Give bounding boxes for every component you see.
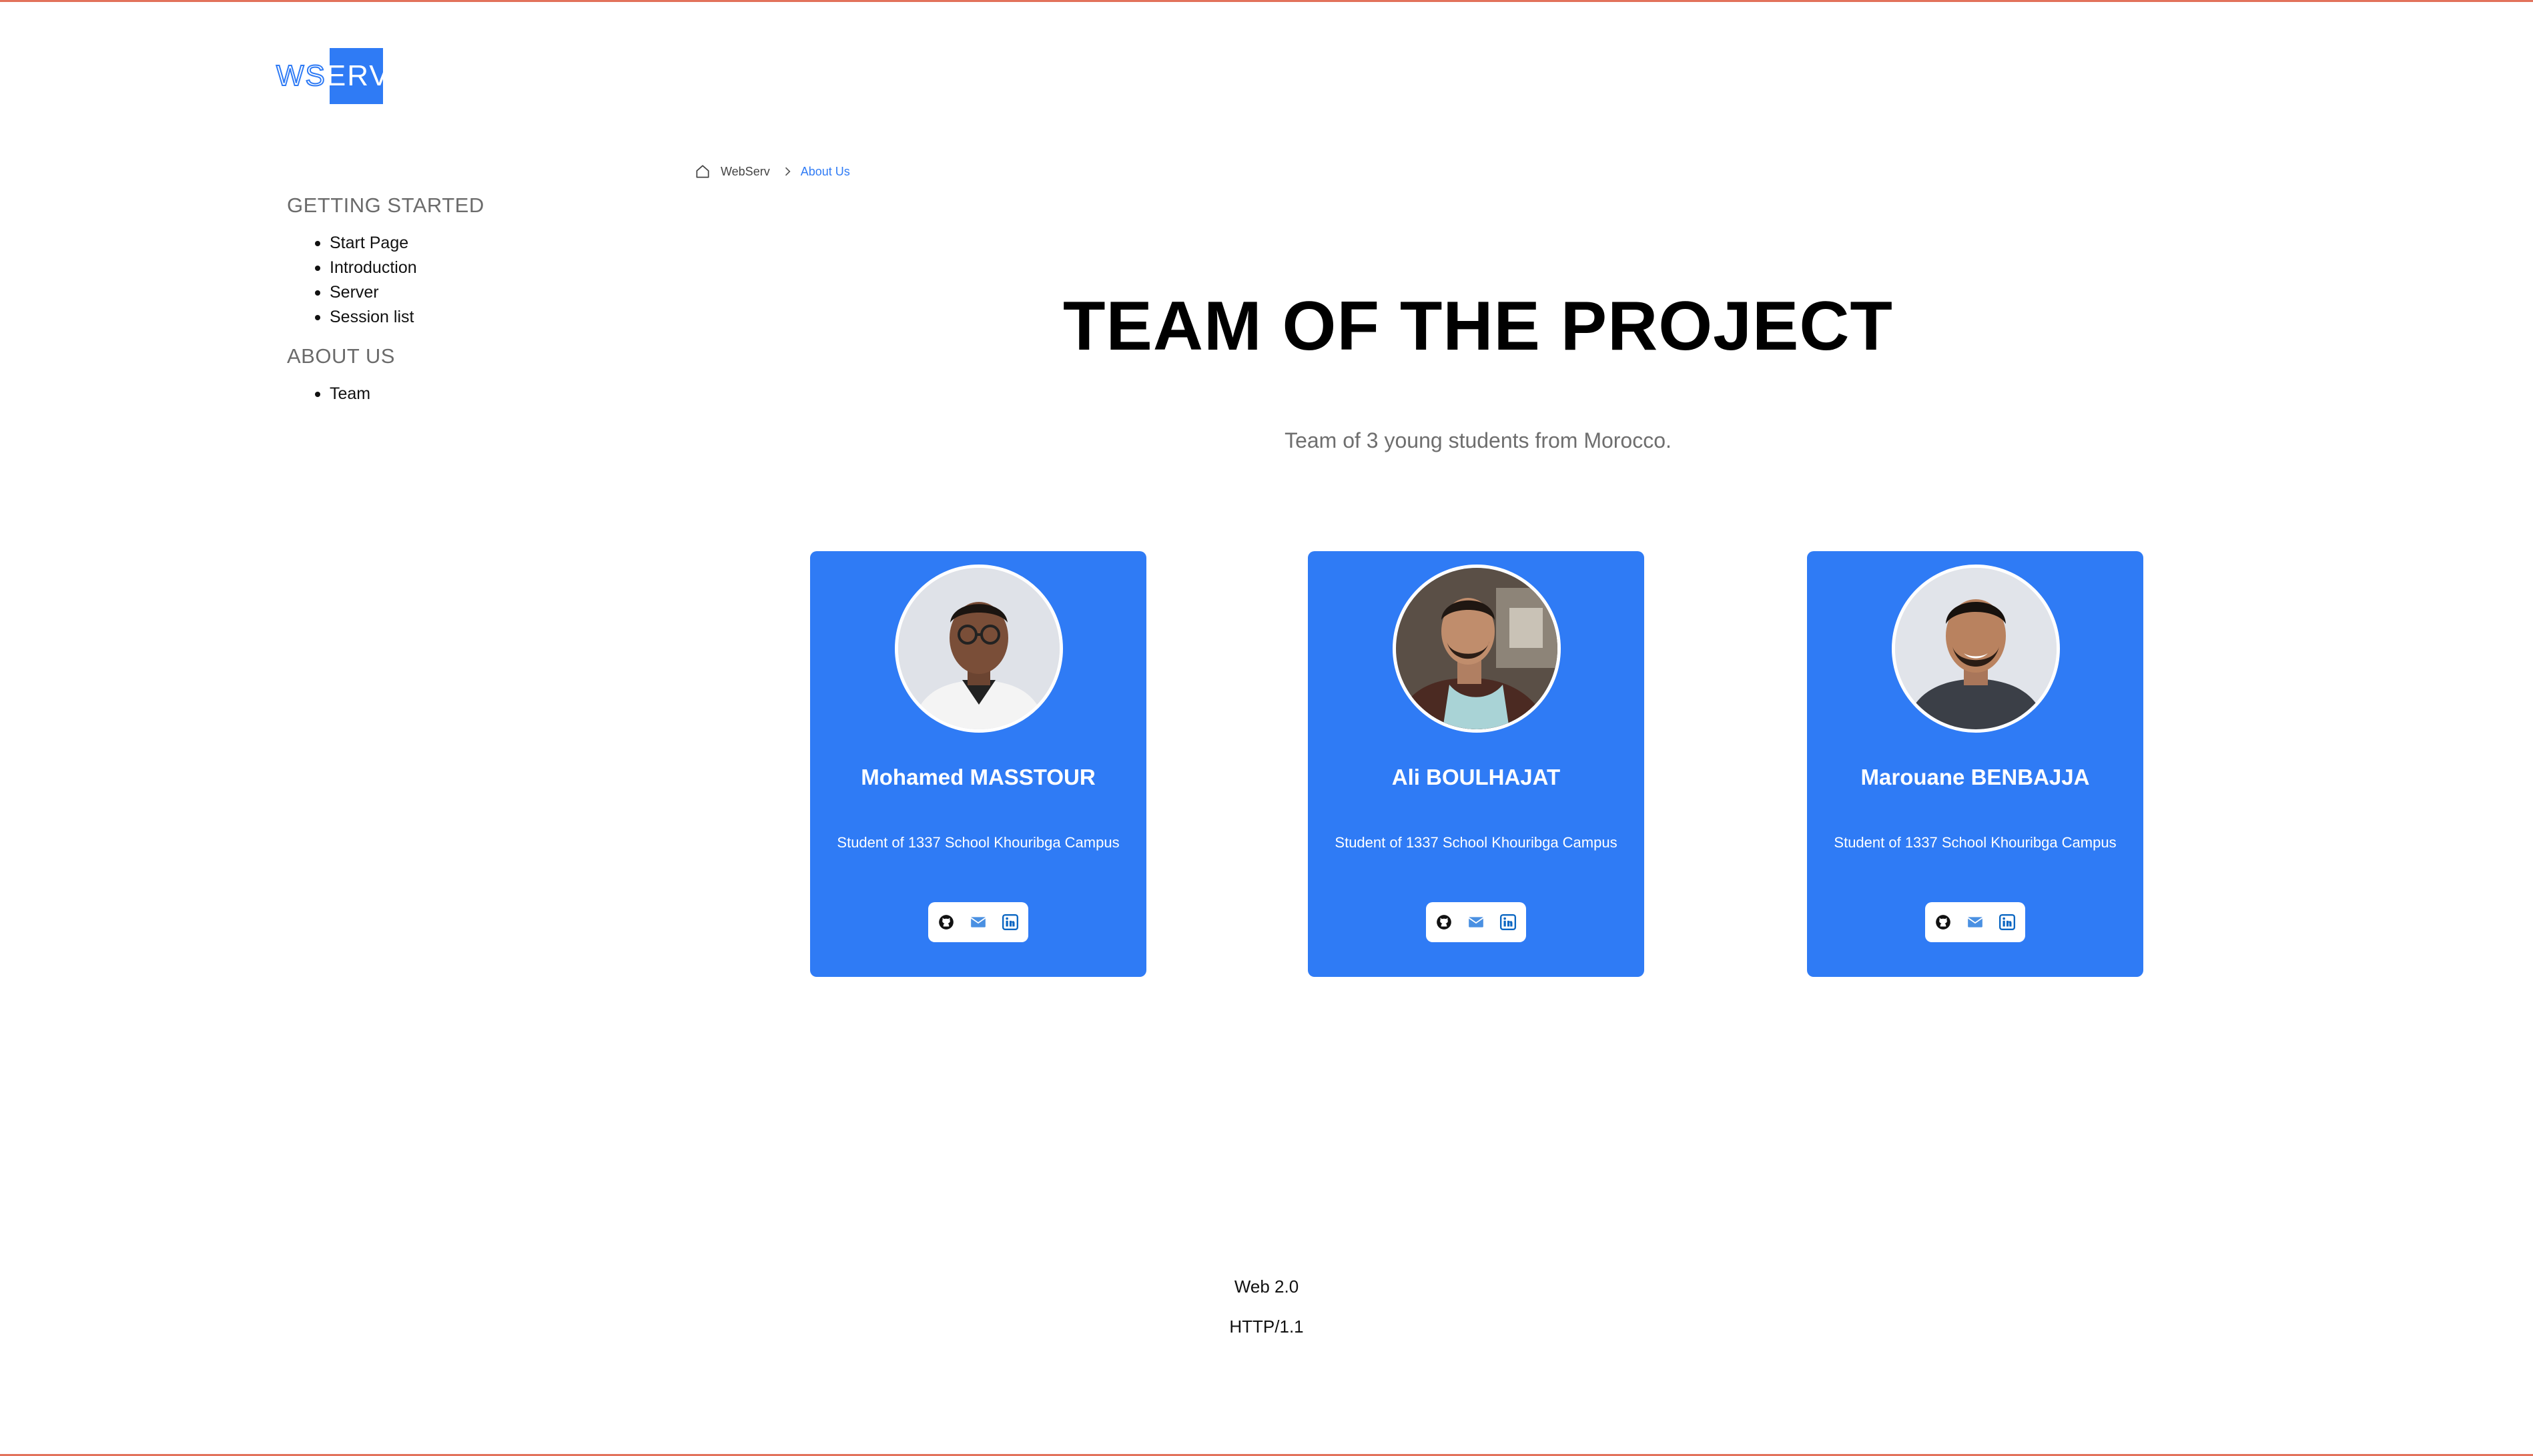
linkedin-icon[interactable] bbox=[1499, 914, 1517, 931]
team-card: Marouane BENBAJJA Student of 1337 School… bbox=[1807, 551, 2143, 977]
logo-text-part2: ERV bbox=[326, 59, 390, 92]
home-icon[interactable] bbox=[694, 163, 711, 180]
avatar bbox=[1393, 565, 1561, 733]
avatar-photo bbox=[898, 568, 1060, 729]
avatar bbox=[895, 565, 1063, 733]
sidebar-list-about-us: Team bbox=[287, 382, 621, 406]
member-name: Marouane BENBAJJA bbox=[1860, 765, 2090, 789]
site-logo[interactable]: WSERV bbox=[276, 48, 389, 104]
sidebar-heading-getting-started: GETTING STARTED bbox=[287, 194, 484, 217]
social-links bbox=[1925, 902, 2025, 942]
github-icon[interactable] bbox=[938, 914, 955, 931]
avatar-photo bbox=[1895, 568, 2057, 729]
mail-icon[interactable] bbox=[1467, 914, 1485, 931]
team-card: Ali BOULHAJAT Student of 1337 School Kho… bbox=[1308, 551, 1644, 977]
logo-text-part1: WS bbox=[276, 59, 326, 92]
member-name: Mohamed MASSTOUR bbox=[861, 765, 1096, 789]
linkedin-icon[interactable] bbox=[1002, 914, 1019, 931]
linkedin-icon[interactable] bbox=[1999, 914, 2016, 931]
team-card: Mohamed MASSTOUR Student of 1337 School … bbox=[810, 551, 1146, 977]
logo-text: WSERV bbox=[276, 61, 390, 91]
window-top-border bbox=[0, 0, 2533, 2]
avatar-photo bbox=[1396, 568, 1557, 729]
page-subtitle: Team of 3 young students from Morocco. bbox=[1285, 428, 1672, 452]
github-icon[interactable] bbox=[1934, 914, 1952, 931]
mail-icon[interactable] bbox=[1966, 914, 1984, 931]
mail-icon[interactable] bbox=[970, 914, 987, 931]
github-icon[interactable] bbox=[1435, 914, 1453, 931]
social-links bbox=[928, 902, 1028, 942]
footer-http-version: HTTP/1.1 bbox=[1229, 1317, 1304, 1337]
member-role: Student of 1337 School Khouribga Campus bbox=[1335, 834, 1617, 851]
chevron-right-icon bbox=[785, 167, 791, 176]
sidebar-item-start-page[interactable]: Start Page bbox=[315, 231, 621, 256]
breadcrumb: WebServ About Us bbox=[694, 161, 850, 181]
social-links bbox=[1426, 902, 1526, 942]
avatar bbox=[1892, 565, 2060, 733]
footer-web-version: Web 2.0 bbox=[1234, 1277, 1299, 1297]
member-name: Ali BOULHAJAT bbox=[1391, 765, 1561, 789]
sidebar-item-team[interactable]: Team bbox=[315, 382, 621, 406]
breadcrumb-current: About Us bbox=[800, 164, 850, 178]
page-title: TEAM OF THE PROJECT bbox=[1063, 288, 1893, 365]
member-role: Student of 1337 School Khouribga Campus bbox=[1834, 834, 2117, 851]
member-role: Student of 1337 School Khouribga Campus bbox=[837, 834, 1120, 851]
breadcrumb-home-link[interactable]: WebServ bbox=[721, 165, 770, 179]
sidebar-item-introduction[interactable]: Introduction bbox=[315, 256, 621, 280]
